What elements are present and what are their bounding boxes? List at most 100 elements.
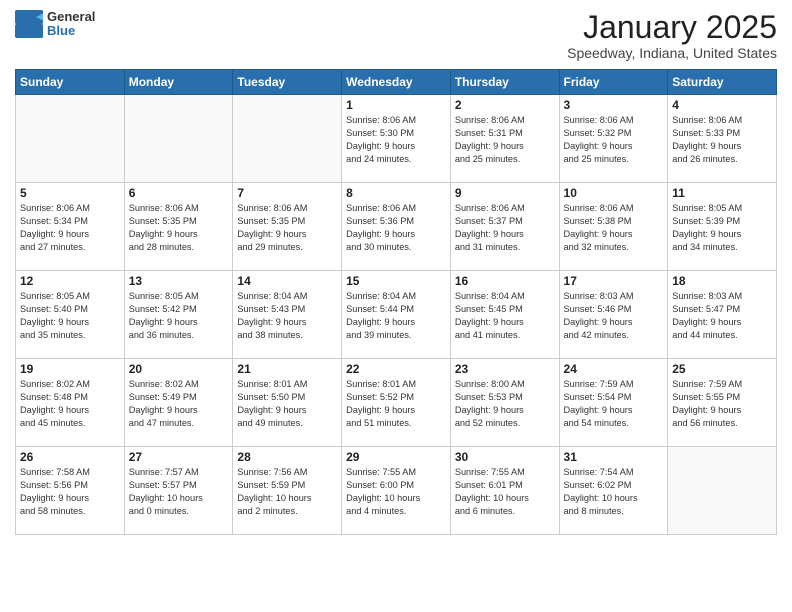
day-cell: 8 Sunrise: 8:06 AM Sunset: 5:36 PM Daylig… [342, 183, 451, 271]
day-number: 13 [129, 274, 229, 288]
day-number: 31 [564, 450, 664, 464]
day-info: Sunrise: 8:05 AM Sunset: 5:40 PM Dayligh… [20, 290, 120, 342]
day-info: Sunrise: 8:06 AM Sunset: 5:37 PM Dayligh… [455, 202, 555, 254]
day-number: 8 [346, 186, 446, 200]
day-cell: 7 Sunrise: 8:06 AM Sunset: 5:35 PM Daylig… [233, 183, 342, 271]
day-cell: 26Sunrise: 7:58 AM Sunset: 5:56 PM Dayli… [16, 447, 125, 535]
day-cell: 25Sunrise: 7:59 AM Sunset: 5:55 PM Dayli… [668, 359, 777, 447]
day-header-saturday: Saturday [668, 70, 777, 95]
day-number: 22 [346, 362, 446, 376]
day-info: Sunrise: 8:06 AM Sunset: 5:34 PM Dayligh… [20, 202, 120, 254]
day-info: Sunrise: 7:54 AM Sunset: 6:02 PM Dayligh… [564, 466, 664, 518]
day-number: 28 [237, 450, 337, 464]
day-cell: 13 Sunrise: 8:05 AM Sunset: 5:42 PM Dayli… [124, 271, 233, 359]
day-number: 25 [672, 362, 772, 376]
day-header-monday: Monday [124, 70, 233, 95]
day-cell: 5 Sunrise: 8:06 AM Sunset: 5:34 PM Daylig… [16, 183, 125, 271]
day-info: Sunrise: 8:04 AM Sunset: 5:45 PM Dayligh… [455, 290, 555, 342]
day-cell: 18 Sunrise: 8:03 AM Sunset: 5:47 PM Dayli… [668, 271, 777, 359]
day-info: Sunrise: 8:02 AM Sunset: 5:49 PM Dayligh… [129, 378, 229, 430]
day-cell: 28 Sunrise: 7:56 AM Sunset: 5:59 PM Dayli… [233, 447, 342, 535]
logo-blue-text: Blue [47, 24, 95, 38]
day-info: Sunrise: 7:55 AM Sunset: 6:01 PM Dayligh… [455, 466, 555, 518]
day-info: Sunrise: 8:06 AM Sunset: 5:38 PM Dayligh… [564, 202, 664, 254]
day-info: Sunrise: 7:59 AM Sunset: 5:54 PM Dayligh… [564, 378, 664, 430]
day-info: Sunrise: 8:01 AM Sunset: 5:52 PM Dayligh… [346, 378, 446, 430]
calendar-header-row: SundayMondayTuesdayWednesdayThursdayFrid… [16, 70, 777, 95]
day-info: Sunrise: 8:06 AM Sunset: 5:31 PM Dayligh… [455, 114, 555, 166]
day-number: 30 [455, 450, 555, 464]
day-cell: 2 Sunrise: 8:06 AM Sunset: 5:31 PM Daylig… [450, 95, 559, 183]
day-cell [668, 447, 777, 535]
day-number: 29 [346, 450, 446, 464]
day-info: Sunrise: 8:03 AM Sunset: 5:46 PM Dayligh… [564, 290, 664, 342]
day-number: 23 [455, 362, 555, 376]
day-number: 6 [129, 186, 229, 200]
calendar-table: SundayMondayTuesdayWednesdayThursdayFrid… [15, 69, 777, 535]
day-cell: 1Sunrise: 8:06 AM Sunset: 5:30 PM Daylig… [342, 95, 451, 183]
day-info: Sunrise: 8:01 AM Sunset: 5:50 PM Dayligh… [237, 378, 337, 430]
day-cell: 22 Sunrise: 8:01 AM Sunset: 5:52 PM Dayli… [342, 359, 451, 447]
day-cell: 27Sunrise: 7:57 AM Sunset: 5:57 PM Dayli… [124, 447, 233, 535]
week-row-4: 26Sunrise: 7:58 AM Sunset: 5:56 PM Dayli… [16, 447, 777, 535]
day-header-friday: Friday [559, 70, 668, 95]
day-cell: 11 Sunrise: 8:05 AM Sunset: 5:39 PM Dayli… [668, 183, 777, 271]
day-cell: 30 Sunrise: 7:55 AM Sunset: 6:01 PM Dayli… [450, 447, 559, 535]
day-number: 5 [20, 186, 120, 200]
location-subtitle: Speedway, Indiana, United States [567, 45, 777, 61]
day-number: 18 [672, 274, 772, 288]
day-cell [233, 95, 342, 183]
day-info: Sunrise: 8:06 AM Sunset: 5:35 PM Dayligh… [129, 202, 229, 254]
day-number: 15 [346, 274, 446, 288]
day-cell [124, 95, 233, 183]
day-header-sunday: Sunday [16, 70, 125, 95]
day-number: 9 [455, 186, 555, 200]
day-number: 2 [455, 98, 555, 112]
logo-icon [15, 10, 43, 38]
day-cell: 21Sunrise: 8:01 AM Sunset: 5:50 PM Dayli… [233, 359, 342, 447]
day-cell: 16Sunrise: 8:04 AM Sunset: 5:45 PM Dayli… [450, 271, 559, 359]
week-row-2: 12Sunrise: 8:05 AM Sunset: 5:40 PM Dayli… [16, 271, 777, 359]
day-info: Sunrise: 8:02 AM Sunset: 5:48 PM Dayligh… [20, 378, 120, 430]
day-cell: 6 Sunrise: 8:06 AM Sunset: 5:35 PM Daylig… [124, 183, 233, 271]
day-cell: 10 Sunrise: 8:06 AM Sunset: 5:38 PM Dayli… [559, 183, 668, 271]
logo: General Blue [15, 10, 95, 39]
day-cell: 3Sunrise: 8:06 AM Sunset: 5:32 PM Daylig… [559, 95, 668, 183]
day-info: Sunrise: 8:05 AM Sunset: 5:42 PM Dayligh… [129, 290, 229, 342]
day-number: 10 [564, 186, 664, 200]
day-info: Sunrise: 8:03 AM Sunset: 5:47 PM Dayligh… [672, 290, 772, 342]
day-cell: 31 Sunrise: 7:54 AM Sunset: 6:02 PM Dayli… [559, 447, 668, 535]
day-cell: 29Sunrise: 7:55 AM Sunset: 6:00 PM Dayli… [342, 447, 451, 535]
day-number: 24 [564, 362, 664, 376]
week-row-3: 19 Sunrise: 8:02 AM Sunset: 5:48 PM Dayli… [16, 359, 777, 447]
day-number: 4 [672, 98, 772, 112]
day-info: Sunrise: 8:06 AM Sunset: 5:35 PM Dayligh… [237, 202, 337, 254]
day-number: 11 [672, 186, 772, 200]
day-info: Sunrise: 8:06 AM Sunset: 5:30 PM Dayligh… [346, 114, 446, 166]
day-info: Sunrise: 8:06 AM Sunset: 5:32 PM Dayligh… [564, 114, 664, 166]
day-cell: 17Sunrise: 8:03 AM Sunset: 5:46 PM Dayli… [559, 271, 668, 359]
day-cell: 20Sunrise: 8:02 AM Sunset: 5:49 PM Dayli… [124, 359, 233, 447]
logo-text: General Blue [47, 10, 95, 39]
day-cell: 23Sunrise: 8:00 AM Sunset: 5:53 PM Dayli… [450, 359, 559, 447]
day-header-wednesday: Wednesday [342, 70, 451, 95]
title-block: January 2025 Speedway, Indiana, United S… [567, 10, 777, 61]
day-info: Sunrise: 7:57 AM Sunset: 5:57 PM Dayligh… [129, 466, 229, 518]
logo-general: General [47, 10, 95, 24]
day-cell: 12Sunrise: 8:05 AM Sunset: 5:40 PM Dayli… [16, 271, 125, 359]
day-cell: 4 Sunrise: 8:06 AM Sunset: 5:33 PM Daylig… [668, 95, 777, 183]
day-number: 19 [20, 362, 120, 376]
day-info: Sunrise: 8:05 AM Sunset: 5:39 PM Dayligh… [672, 202, 772, 254]
day-info: Sunrise: 8:06 AM Sunset: 5:33 PM Dayligh… [672, 114, 772, 166]
day-info: Sunrise: 7:56 AM Sunset: 5:59 PM Dayligh… [237, 466, 337, 518]
day-cell: 9 Sunrise: 8:06 AM Sunset: 5:37 PM Daylig… [450, 183, 559, 271]
week-row-1: 5 Sunrise: 8:06 AM Sunset: 5:34 PM Daylig… [16, 183, 777, 271]
day-number: 7 [237, 186, 337, 200]
day-info: Sunrise: 8:06 AM Sunset: 5:36 PM Dayligh… [346, 202, 446, 254]
day-header-thursday: Thursday [450, 70, 559, 95]
day-info: Sunrise: 7:58 AM Sunset: 5:56 PM Dayligh… [20, 466, 120, 518]
day-info: Sunrise: 8:04 AM Sunset: 5:43 PM Dayligh… [237, 290, 337, 342]
day-info: Sunrise: 8:04 AM Sunset: 5:44 PM Dayligh… [346, 290, 446, 342]
page-container: General Blue January 2025 Speedway, Indi… [0, 0, 792, 612]
day-cell: 24 Sunrise: 7:59 AM Sunset: 5:54 PM Dayli… [559, 359, 668, 447]
